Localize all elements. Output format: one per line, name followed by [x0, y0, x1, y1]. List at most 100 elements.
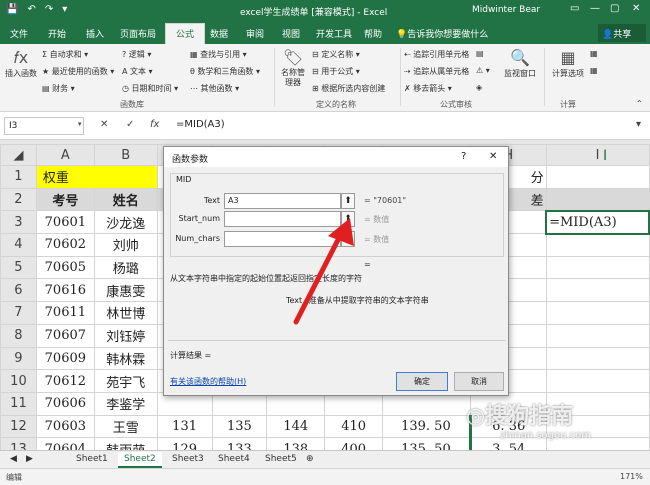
watch-window-button[interactable]: 🔍 监视窗口 [500, 48, 540, 79]
ribbon-display-icon[interactable]: ▭ [570, 3, 579, 14]
tell-me-box[interactable]: 💡告诉我你想要做什么 [396, 27, 488, 40]
math-button[interactable]: θ 数学和三角函数 ▾ [190, 66, 260, 77]
cell[interactable]: 70604 [35, 437, 95, 450]
cell[interactable]: 139. 50 [382, 414, 471, 439]
zoom-level[interactable]: 171% [620, 472, 643, 481]
sheet-tab-active[interactable]: Sheet2 [118, 452, 162, 468]
row-header[interactable]: 9 [0, 346, 37, 371]
arg-text-input[interactable]: A3 [224, 193, 341, 209]
define-name-button[interactable]: ⊟ 定义名称 ▾ [312, 49, 360, 60]
row-header[interactable]: 8 [0, 323, 37, 348]
cell[interactable]: 70606 [35, 391, 95, 416]
cell[interactable]: 韩林霖 [93, 346, 158, 371]
cell[interactable]: 韩雨萌 [93, 437, 158, 450]
row-header[interactable]: 2 [0, 187, 37, 212]
weight-label-cell[interactable]: 权重 [35, 165, 158, 189]
expand-formula-bar-icon[interactable]: ▾ [636, 119, 641, 130]
calc-now-icon[interactable]: ▦ [590, 49, 598, 58]
autosum-button[interactable]: Σ 自动求和 ▾ [42, 49, 88, 60]
use-in-formula-button[interactable]: ⊟ 用于公式 ▾ [312, 66, 360, 77]
cell[interactable]: 杨璐 [93, 255, 158, 280]
tab-file[interactable]: 文件 [10, 27, 28, 40]
cell[interactable]: 70612 [35, 369, 95, 393]
tab-help[interactable]: 帮助 [364, 27, 382, 40]
cell[interactable]: 70605 [35, 255, 95, 280]
trace-dependents-button[interactable]: ⇢ 追踪从属单元格 [404, 66, 469, 77]
formula-input[interactable]: =MID(A3) [176, 119, 225, 130]
evaluate-formula-icon[interactable]: ◈ [476, 83, 482, 92]
insert-function-icon[interactable]: fx [150, 119, 159, 130]
minimize-button[interactable]: — [590, 3, 600, 14]
row-header[interactable]: 13 [0, 437, 37, 450]
enter-icon[interactable]: ✓ [126, 119, 134, 130]
cell[interactable]: 刘钰婷 [93, 323, 158, 348]
cell[interactable] [545, 233, 650, 257]
error-checking-icon[interactable]: ⚠ ▾ [476, 66, 490, 75]
cell[interactable]: 410 [324, 414, 384, 439]
cancel-icon[interactable]: ✕ [100, 119, 108, 130]
cell[interactable] [545, 346, 650, 371]
tab-home[interactable]: 开始 [48, 27, 66, 40]
active-cell[interactable]: =MID(A3) [545, 209, 650, 235]
cell[interactable] [545, 187, 650, 212]
tab-data[interactable]: 数据 [210, 27, 228, 40]
select-all-corner[interactable]: ◢ [0, 144, 37, 166]
close-icon[interactable]: ✕ [489, 151, 497, 162]
cell[interactable]: 王雪 [93, 414, 158, 439]
cell[interactable]: 姓名 [93, 187, 158, 212]
row-header[interactable]: 1 [0, 165, 37, 189]
cell[interactable]: 70609 [35, 346, 95, 371]
collapse-ribbon-icon[interactable]: ⌃ [636, 99, 643, 108]
next-sheet-icon[interactable]: ▶ [20, 452, 39, 466]
cell[interactable] [545, 323, 650, 348]
close-button[interactable]: ✕ [632, 3, 640, 14]
name-box-dropdown-icon[interactable]: ▾ [78, 120, 82, 128]
cell[interactable]: 70607 [35, 323, 95, 348]
trace-precedents-button[interactable]: ⇠ 追踪引用单元格 [404, 49, 469, 60]
logical-button[interactable]: ? 逻辑 ▾ [122, 49, 151, 60]
redo-icon[interactable]: ↷ [45, 4, 53, 15]
lookup-button[interactable]: ▦ 查找与引用 ▾ [190, 49, 247, 60]
cell[interactable] [545, 278, 650, 303]
save-icon[interactable]: 💾 [6, 4, 18, 15]
row-header[interactable]: 11 [0, 391, 37, 416]
cell[interactable]: 70611 [35, 301, 95, 325]
cell[interactable]: 70616 [35, 278, 95, 303]
sheet-tab[interactable]: Sheet5 [259, 452, 303, 466]
cell[interactable]: 70602 [35, 233, 95, 257]
cell[interactable]: 林世博 [93, 301, 158, 325]
cancel-button[interactable]: 取消 [454, 372, 504, 391]
remove-arrows-button[interactable]: ✗ 移去箭头 ▾ [404, 83, 452, 94]
tab-view[interactable]: 视图 [282, 27, 300, 40]
tab-developer[interactable]: 开发工具 [316, 27, 352, 40]
cell[interactable] [545, 301, 650, 325]
cell[interactable]: 苑宇飞 [93, 369, 158, 393]
tab-insert[interactable]: 插入 [86, 27, 104, 40]
text-button[interactable]: A 文本 ▾ [122, 66, 153, 77]
cell[interactable]: 133 [211, 437, 268, 450]
show-formulas-icon[interactable]: ▤ [476, 49, 484, 58]
collapse-dialog-icon[interactable]: ⬆ [341, 193, 355, 209]
sheet-tab[interactable]: Sheet1 [70, 452, 114, 466]
share-button[interactable]: 👤共享 [598, 24, 646, 42]
cell[interactable]: 135. 50 [382, 437, 471, 450]
cell[interactable]: 李鉴学 [93, 391, 158, 416]
row-header[interactable]: 7 [0, 301, 37, 325]
cell[interactable]: 70603 [35, 414, 95, 439]
cell[interactable]: 144 [266, 414, 326, 439]
recent-functions-button[interactable]: ★ 最近使用的函数 ▾ [42, 66, 114, 77]
customize-qat-icon[interactable]: ▾ [62, 4, 67, 15]
calc-sheet-icon[interactable]: ▦ [590, 66, 598, 75]
row-header[interactable]: 4 [0, 233, 37, 257]
column-header[interactable]: I [545, 144, 650, 166]
more-functions-button[interactable]: ⋯ 其他函数 ▾ [190, 83, 239, 94]
column-header[interactable]: A [35, 144, 95, 166]
function-help-link[interactable]: 有关该函数的帮助(H) [170, 376, 246, 387]
row-header[interactable]: 12 [0, 414, 37, 439]
cell[interactable]: 考号 [35, 187, 95, 212]
row-header[interactable]: 3 [0, 210, 37, 235]
cell[interactable] [545, 165, 650, 189]
row-header[interactable]: 10 [0, 369, 37, 393]
cell[interactable] [545, 369, 650, 393]
cell[interactable]: 刘帅 [93, 233, 158, 257]
